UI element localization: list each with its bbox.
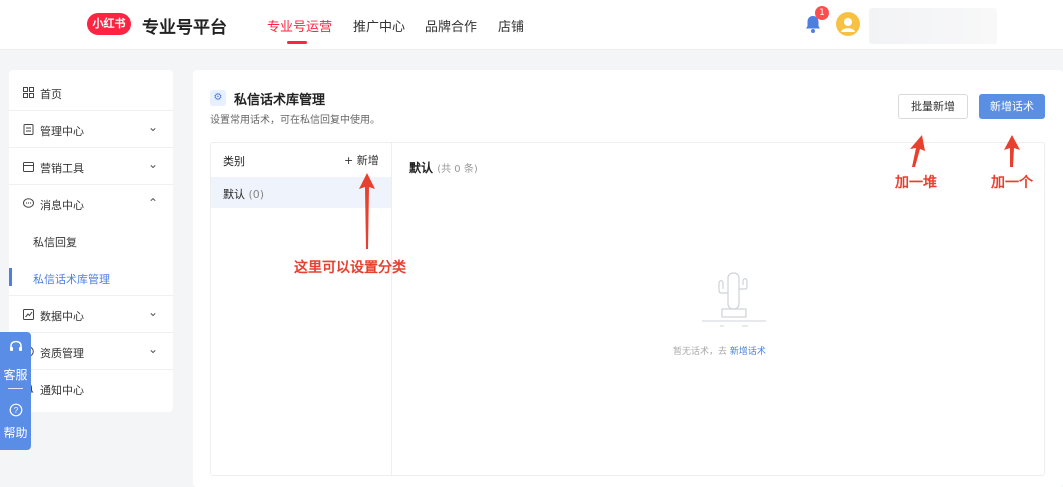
active-indicator	[9, 268, 12, 286]
user-info-blurred[interactable]	[869, 8, 997, 44]
sidebar-item-label: 消息中心	[40, 199, 84, 212]
add-script-button[interactable]: 新增话术	[979, 94, 1045, 119]
customer-service-button[interactable]: 客服	[0, 366, 31, 383]
batch-add-button[interactable]: 批量新增	[898, 94, 968, 119]
grid-icon	[23, 87, 34, 98]
arrow-up-icon	[359, 173, 375, 249]
category-count: (0)	[248, 188, 265, 201]
category-name: 默认	[223, 188, 245, 201]
help-button[interactable]: 帮助	[0, 424, 31, 441]
sidebar-item-notifications[interactable]: 通知中心	[9, 370, 173, 407]
top-bar: 小红书 专业号平台 专业号运营 推广中心 品牌合作 店铺 1	[0, 0, 1063, 50]
sidebar-item-label: 通知中心	[40, 384, 84, 397]
empty-cactus-icon	[702, 272, 766, 327]
list-count: (共 0 条)	[437, 164, 478, 175]
sidebar-item-label: 营销工具	[40, 162, 84, 175]
floating-service-panel: 客服 ? 帮助	[0, 332, 31, 450]
script-list-header: 默认 (共 0 条)	[409, 159, 478, 176]
sidebar-item-dm-script-library[interactable]: 私信话术库管理	[9, 259, 173, 296]
main-content: ⚙ 私信话术库管理 设置常用话术，可在私信回复中使用。 批量新增 新增话术 类别…	[193, 70, 1063, 487]
headset-icon[interactable]	[0, 340, 31, 357]
sidebar-item-label: 管理中心	[40, 125, 84, 138]
annotation-category-hint: 这里可以设置分类	[294, 260, 406, 276]
doc-icon	[23, 124, 34, 135]
arrow-up-icon	[1004, 135, 1020, 167]
sidebar-item-marketing[interactable]: 营销工具 ⌄	[9, 148, 173, 185]
sidebar-item-label: 首页	[40, 88, 62, 101]
sidebar-item-messages[interactable]: 消息中心 ⌃	[9, 185, 173, 222]
chart-icon	[23, 309, 34, 320]
chat-icon	[23, 198, 34, 209]
script-library-panel: 类别 + 新增 默认 (0) 默认 (共 0 条) 暂无话术，去 新增话术	[210, 142, 1045, 476]
sidebar-item-qualification[interactable]: 资质管理 ⌄	[9, 333, 173, 370]
chevron-down-icon: ⌄	[148, 305, 159, 319]
notification-badge: 1	[815, 6, 829, 20]
sidebar-item-home[interactable]: 首页	[9, 74, 173, 111]
nav-professional-ops[interactable]: 专业号运营	[267, 16, 332, 35]
empty-add-script-link[interactable]: 新增话术	[730, 347, 766, 357]
page-title: 私信话术库管理	[234, 93, 326, 108]
svg-text:?: ?	[13, 406, 18, 415]
empty-message: 暂无话术，去	[673, 347, 728, 357]
annotation-single-hint: 加一个	[991, 175, 1033, 191]
sidebar-item-data[interactable]: 数据中心 ⌄	[9, 296, 173, 333]
nav-brand-cooperation[interactable]: 品牌合作	[425, 16, 477, 35]
sidebar: 首页 管理中心 ⌄ 营销工具 ⌄ 消息中心 ⌃ 私信回复 私信话术库管理 数据中…	[9, 70, 173, 412]
sidebar-item-label: 数据中心	[40, 310, 84, 323]
list-title: 默认	[409, 161, 434, 175]
add-category-button[interactable]: + 新增	[344, 152, 379, 168]
chevron-down-icon: ⌄	[148, 157, 159, 171]
category-header: 类别	[223, 155, 245, 168]
settings-gear-icon: ⚙	[210, 90, 226, 106]
empty-state-text: 暂无话术，去 新增话术	[673, 344, 766, 357]
sidebar-item-label: 私信话术库管理	[33, 273, 110, 286]
sidebar-item-label: 私信回复	[33, 236, 77, 249]
page-subtitle: 设置常用话术，可在私信回复中使用。	[210, 115, 380, 126]
chevron-down-icon: ⌄	[148, 342, 159, 356]
calendar-icon	[23, 161, 34, 172]
avatar-face-icon	[841, 18, 855, 32]
sidebar-item-label: 资质管理	[40, 347, 84, 360]
divider	[8, 388, 23, 389]
avatar[interactable]	[836, 12, 860, 36]
nav-active-underline	[287, 41, 307, 44]
sidebar-item-dm-reply[interactable]: 私信回复	[9, 222, 173, 259]
nav-store[interactable]: 店铺	[498, 16, 524, 35]
arrow-up-icon	[910, 135, 925, 167]
chevron-up-icon: ⌃	[148, 196, 159, 210]
logo[interactable]: 小红书	[87, 13, 131, 35]
brand-title: 专业号平台	[142, 18, 227, 38]
annotation-batch-hint: 加一堆	[895, 175, 937, 191]
chevron-down-icon: ⌄	[148, 120, 159, 134]
nav-promotion[interactable]: 推广中心	[353, 16, 405, 35]
sidebar-item-management[interactable]: 管理中心 ⌄	[9, 111, 173, 148]
help-circle-icon[interactable]: ?	[0, 403, 31, 420]
